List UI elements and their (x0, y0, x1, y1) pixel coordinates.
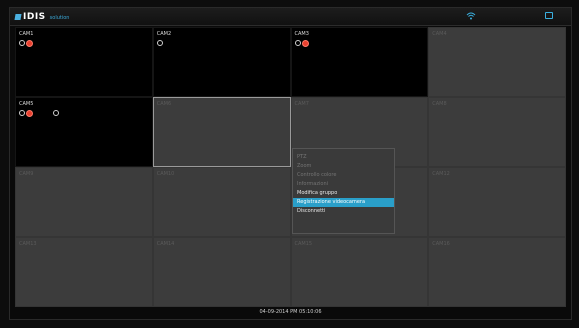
menu-item: Zoom (297, 163, 312, 169)
camera-label: CAM1 (19, 31, 34, 37)
camera-label: CAM9 (19, 171, 34, 177)
menu-item: Informazioni (297, 181, 328, 187)
camera-label: CAM6 (156, 101, 172, 107)
camera-cell[interactable]: CAM10 (152, 167, 291, 237)
camera-label: CAM7 (294, 101, 309, 107)
logo: IDIS solution (14, 11, 70, 23)
menu-item[interactable]: Modifica gruppo (293, 189, 394, 198)
camera-cell[interactable]: CAM9 (15, 167, 153, 237)
camera-label: CAM12 (432, 171, 450, 177)
schedule-icon (294, 40, 301, 46)
camera-label: CAM3 (294, 31, 309, 37)
camera-cell[interactable]: CAM3 (290, 27, 429, 97)
camera-label: CAM4 (432, 31, 447, 37)
camera-cell[interactable]: CAM8 (428, 97, 566, 167)
camera-label: CAM13 (19, 241, 37, 247)
record-icon (26, 110, 33, 117)
camera-cell[interactable]: CAM14 (152, 237, 291, 307)
audio-icon (53, 110, 59, 116)
schedule-icon (19, 110, 25, 116)
camera-cell[interactable]: CAM13 (15, 237, 153, 307)
camera-cell[interactable]: CAM5 (15, 97, 153, 167)
monitor-icon[interactable] (545, 12, 553, 19)
camera-grid: CAM1 CAM2 CAM3 CAM4 CAM5 CAM6 CAM7 CAM8 CAM9 CAM1… (15, 27, 566, 307)
dvr-screen: IDIS solution CAM1 CAM2 CAM3 CAM4 CAM5 CAM6 CA… (9, 7, 572, 320)
camera-status-icons (19, 40, 33, 47)
logo-mark-icon (14, 14, 22, 20)
camera-label: CAM15 (294, 241, 313, 247)
schedule-icon (156, 40, 163, 46)
camera-cell[interactable]: CAM12 (428, 167, 566, 237)
camera-label: CAM8 (432, 101, 447, 107)
camera-status-icons (19, 110, 33, 117)
menu-item[interactable]: Registrazione videocamera (293, 198, 394, 207)
menu-item[interactable]: Disconnetti (293, 207, 394, 216)
camera-status-icons (156, 40, 163, 46)
logo-text: IDIS (23, 12, 46, 22)
camera-cell[interactable]: CAM16 (428, 237, 566, 307)
record-icon (26, 40, 33, 47)
record-icon (301, 40, 309, 47)
camera-label: CAM14 (156, 241, 175, 247)
network-icon[interactable] (466, 11, 476, 21)
camera-label: CAM16 (432, 241, 450, 247)
menu-item: PTZ (297, 154, 307, 160)
camera-cell[interactable]: CAM6 (152, 97, 291, 167)
camera-status-icons (294, 40, 309, 47)
context-menu: PTZ Zoom Controllo colore Informazioni Modif… (292, 148, 395, 234)
menu-item: Controllo colore (297, 172, 337, 178)
camera-label: CAM10 (156, 171, 175, 177)
camera-label: CAM2 (156, 31, 172, 37)
schedule-icon (19, 40, 25, 46)
camera-cell[interactable]: CAM15 (290, 237, 429, 307)
camera-label: CAM5 (19, 101, 34, 107)
datetime-display: 04-09-2014 PM 05:10:06 (259, 309, 322, 315)
camera-cell[interactable]: CAM1 (15, 27, 153, 97)
camera-cell[interactable]: CAM2 (152, 27, 291, 97)
top-bar: IDIS solution (10, 8, 571, 26)
camera-cell[interactable]: CAM4 (428, 27, 566, 97)
status-bar: 04-09-2014 PM 05:10:06 (10, 307, 571, 319)
logo-subtitle: solution (49, 15, 70, 21)
